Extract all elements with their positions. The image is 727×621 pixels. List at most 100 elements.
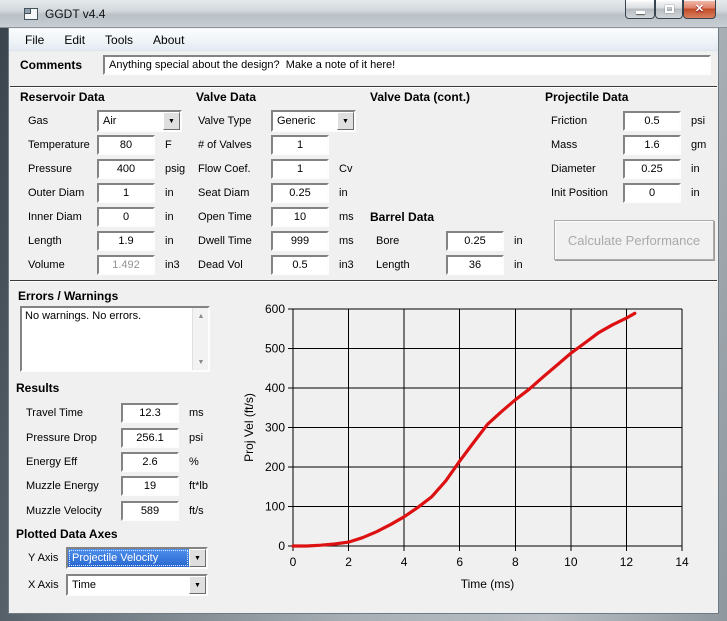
temperature-label: Temperature	[28, 139, 97, 151]
pressure-input[interactable]: 400	[97, 159, 155, 179]
temperature-input[interactable]: 80	[97, 135, 155, 155]
maximize-icon	[665, 5, 674, 13]
y-tick-label: 0	[278, 539, 285, 553]
field-row-pressure: Pressure400psig	[28, 157, 185, 181]
travel-time-unit: ms	[189, 407, 204, 419]
outer-diam-unit: in	[165, 187, 174, 199]
dead-vol-input[interactable]: 0.5	[271, 255, 329, 275]
field-row-valve-type: Valve TypeGeneric▼	[198, 109, 356, 133]
maximize-button[interactable]	[655, 0, 683, 19]
calculate-performance-button[interactable]: Calculate Performance	[554, 220, 714, 260]
x-tick-label: 8	[512, 555, 519, 569]
divider-middle	[10, 280, 717, 282]
pressure-unit: psig	[165, 163, 185, 175]
travel-time-label: Travel Time	[26, 407, 121, 419]
errors-scrollbar[interactable]: ▲ ▼	[192, 308, 208, 370]
energy-eff-input[interactable]: 2.6	[121, 452, 179, 472]
diameter-unit: in	[691, 163, 700, 175]
minimize-button[interactable]	[625, 0, 655, 19]
field-row-gas: GasAir▼	[28, 109, 185, 133]
errors-warnings-box[interactable]: No warnings. No errors. ▲ ▼	[20, 306, 210, 372]
diameter-input[interactable]: 0.25	[623, 159, 681, 179]
x-tick-label: 10	[564, 555, 578, 569]
menu-item-about[interactable]: About	[143, 31, 194, 49]
field-row-temperature: Temperature80 F	[28, 133, 185, 157]
field-row-muzzle-energy: Muzzle Energy19ft*lb	[26, 474, 208, 498]
barrel-length-unit: in	[514, 259, 523, 271]
dropdown-arrow-icon[interactable]: ▼	[189, 576, 206, 594]
barrel-data-fields: Bore0.25inLength36in	[376, 229, 523, 277]
seat-diam-unit: in	[339, 187, 348, 199]
valve-type-select[interactable]: Generic▼	[271, 110, 356, 132]
bore-unit: in	[514, 235, 523, 247]
diameter-label: Diameter	[551, 163, 623, 175]
x-tick-label: 6	[456, 555, 463, 569]
outer-diam-label: Outer Diam	[28, 187, 97, 199]
comments-input[interactable]	[103, 55, 711, 75]
seat-diam-label: Seat Diam	[198, 187, 271, 199]
field-row-energy-eff: Energy Eff2.6%	[26, 450, 208, 474]
app-window: GGDT v4.4 ✕ FileEditToolsAbout Comments …	[0, 0, 727, 621]
dead-vol-label: Dead Vol	[198, 259, 271, 271]
menu-item-tools[interactable]: Tools	[95, 31, 143, 49]
y-tick-label: 400	[265, 381, 285, 395]
flow-coef-unit: Cv	[339, 163, 352, 175]
init-position-label: Init Position	[551, 187, 623, 199]
volume-unit: in3	[165, 259, 180, 271]
y-tick-label: 100	[265, 500, 285, 514]
menu-item-edit[interactable]: Edit	[54, 31, 95, 49]
scroll-up-icon[interactable]: ▲	[194, 309, 208, 323]
friction-input[interactable]: 0.5	[623, 111, 681, 131]
x-axis-selected-value: Time	[68, 576, 189, 594]
dwell-time-input[interactable]: 999	[271, 231, 329, 251]
dropdown-arrow-icon[interactable]: ▼	[189, 549, 206, 567]
field-row-volume: Volume1.492in3	[28, 253, 185, 277]
x-tick-label: 4	[401, 555, 408, 569]
outer-diam-input[interactable]: 1	[97, 183, 155, 203]
field-row-muzzle-velocity: Muzzle Velocity589ft/s	[26, 499, 208, 523]
inner-diam-label: Inner Diam	[28, 211, 97, 223]
barrel-length-input[interactable]: 36	[446, 255, 504, 275]
dropdown-arrow-icon[interactable]: ▼	[163, 112, 180, 130]
energy-eff-unit: %	[189, 456, 199, 468]
temperature-unit: F	[165, 139, 172, 151]
inner-diam-input[interactable]: 0	[97, 207, 155, 227]
y-tick-label: 500	[265, 342, 285, 356]
gas-select[interactable]: Air▼	[97, 110, 182, 132]
close-button[interactable]: ✕	[683, 0, 716, 19]
travel-time-input[interactable]: 12.3	[121, 403, 179, 423]
field-row-inner-diam: Inner Diam0 in	[28, 205, 185, 229]
muzzle-energy-input[interactable]: 19	[121, 476, 179, 496]
menu-item-file[interactable]: File	[15, 31, 54, 49]
field-row-barrel-length: Length36in	[376, 253, 523, 277]
comments-label: Comments	[20, 58, 82, 72]
num-valves-input[interactable]: 1	[271, 135, 329, 155]
num-valves-label: # of Valves	[198, 139, 271, 151]
field-row-init-position: Init Position0in	[551, 181, 706, 205]
errors-warnings-text: No warnings. No errors.	[25, 310, 190, 322]
seat-diam-input[interactable]: 0.25	[271, 183, 329, 203]
reservoir-data-header: Reservoir Data	[20, 90, 105, 104]
field-row-friction: Friction0.5psi	[551, 109, 706, 133]
dwell-time-unit: ms	[339, 235, 354, 247]
mass-input[interactable]: 1.6	[623, 135, 681, 155]
y-axis-label: Y Axis	[28, 552, 58, 564]
init-position-input[interactable]: 0	[623, 183, 681, 203]
pressure-drop-input[interactable]: 256.1	[121, 428, 179, 448]
field-row-dwell-time: Dwell Time999ms	[198, 229, 356, 253]
scroll-down-icon[interactable]: ▼	[194, 355, 208, 369]
inner-diam-unit: in	[165, 211, 174, 223]
valve-type-selected-value: Generic	[273, 112, 337, 130]
open-time-input[interactable]: 10	[271, 207, 329, 227]
field-row-flow-coef: Flow Coef.1Cv	[198, 157, 356, 181]
pressure-drop-label: Pressure Drop	[26, 432, 121, 444]
flow-coef-input[interactable]: 1	[271, 159, 329, 179]
field-row-dead-vol: Dead Vol0.5in3	[198, 253, 356, 277]
muzzle-velocity-input[interactable]: 589	[121, 501, 179, 521]
dropdown-arrow-icon[interactable]: ▼	[337, 112, 354, 130]
length-input[interactable]: 1.9	[97, 231, 155, 251]
x-axis-select[interactable]: Time ▼	[66, 574, 208, 596]
field-row-outer-diam: Outer Diam1 in	[28, 181, 185, 205]
bore-input[interactable]: 0.25	[446, 231, 504, 251]
y-axis-select[interactable]: Projectile Velocity ▼	[66, 547, 208, 569]
